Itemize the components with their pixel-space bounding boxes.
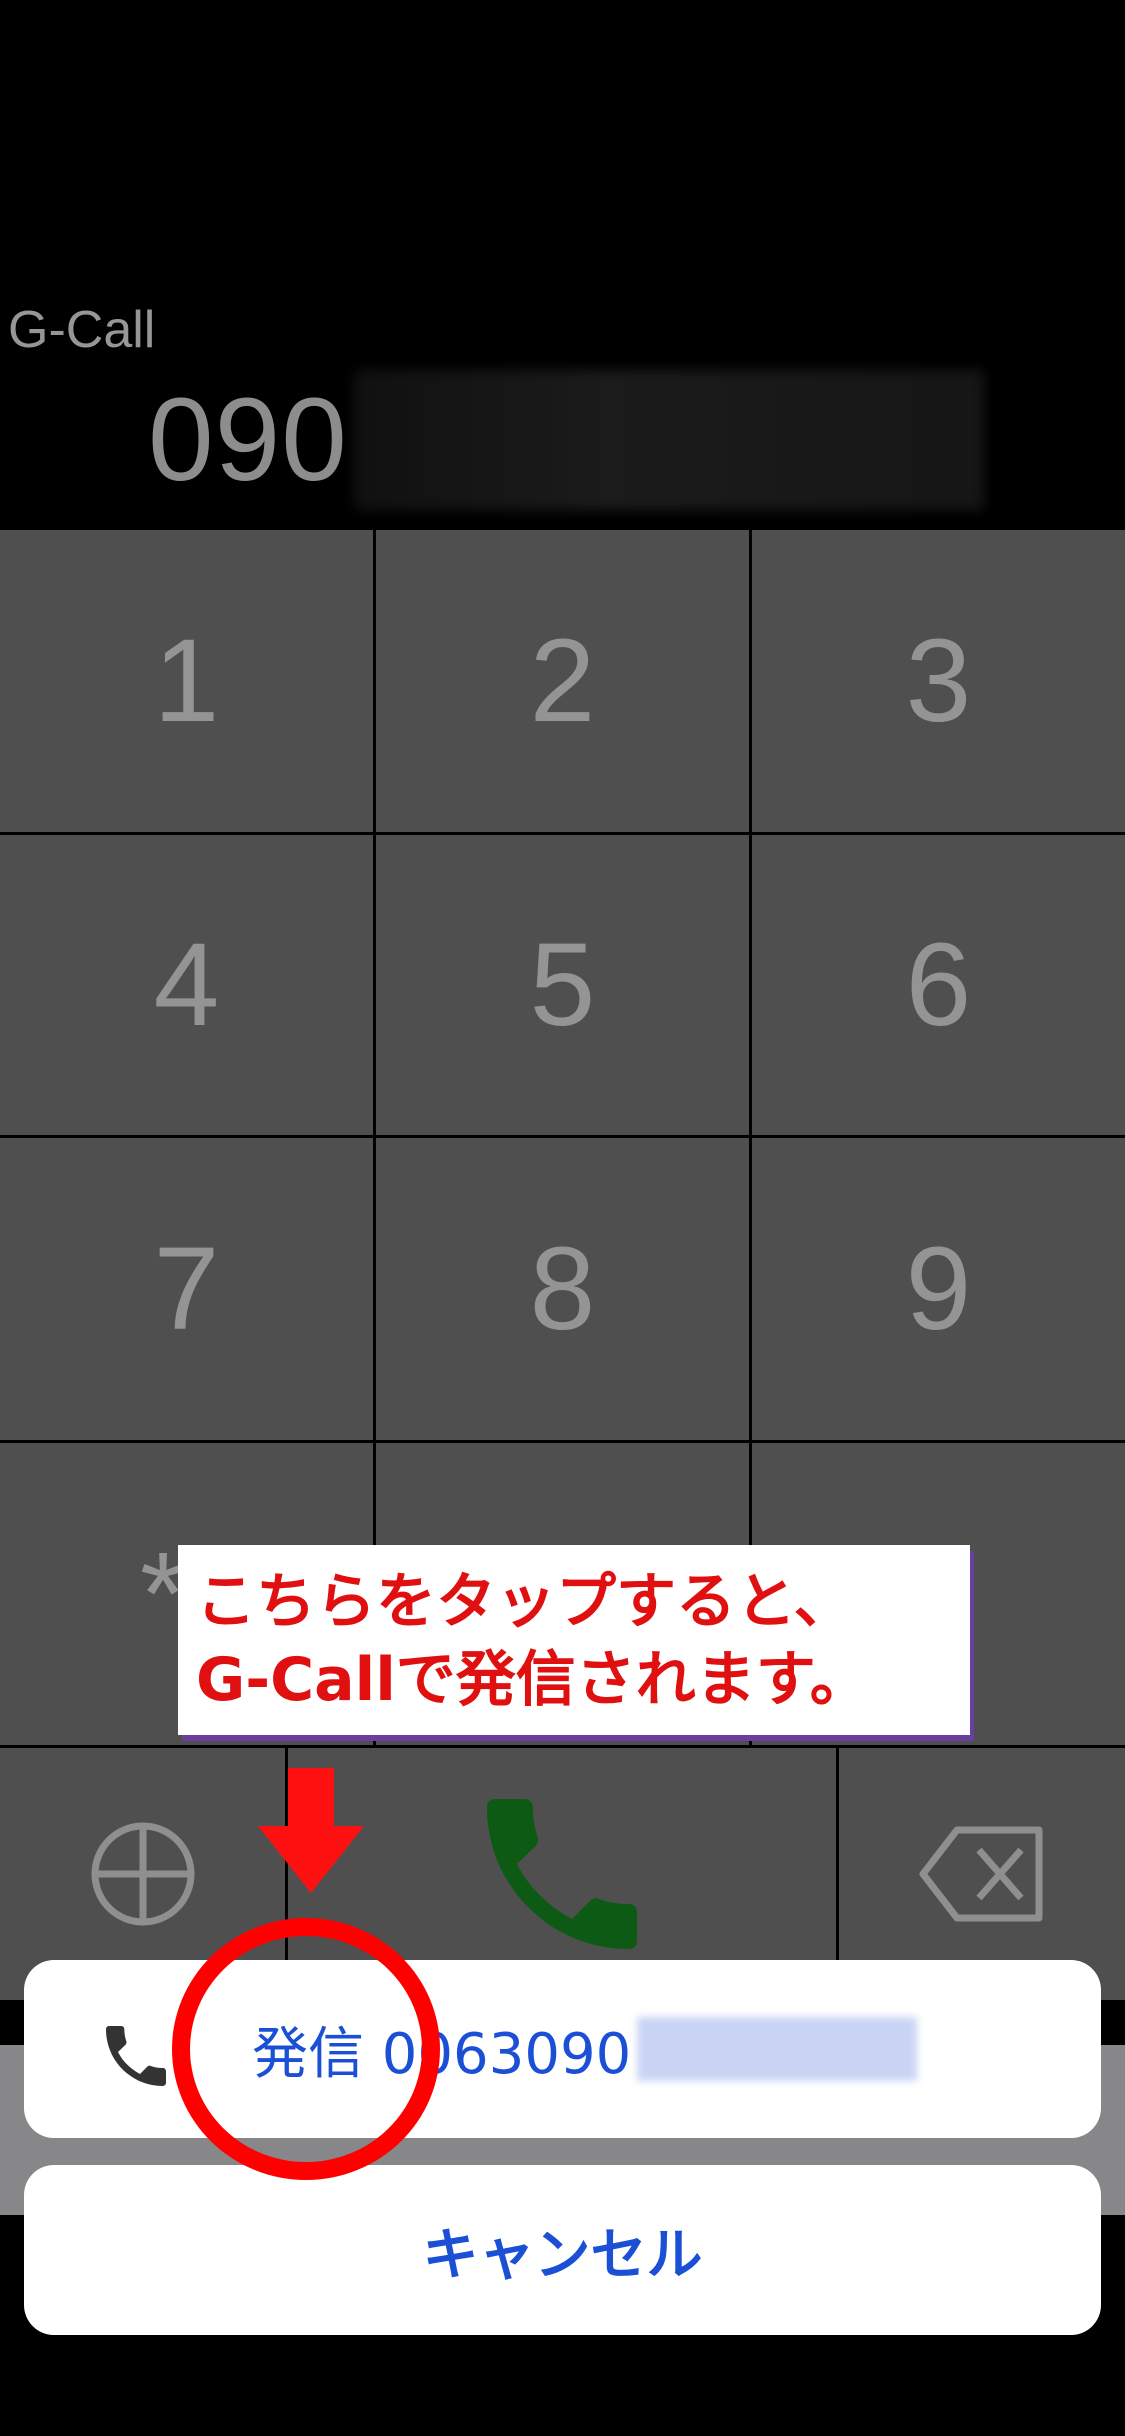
home-indicator [363, 2398, 763, 2412]
key-6[interactable]: 6 [752, 835, 1125, 1135]
annotation-text: こちらをタップすると、 G-Callで発信されます。 [196, 1567, 870, 1715]
key-8-label: 8 [529, 1223, 596, 1355]
key-2-label: 2 [529, 615, 596, 747]
key-5[interactable]: 5 [376, 835, 749, 1135]
key-1-label: 1 [153, 615, 220, 747]
key-4[interactable]: 4 [0, 835, 373, 1135]
key-3[interactable]: 3 [752, 530, 1125, 832]
key-4-label: 4 [153, 919, 220, 1051]
dialed-number: 090 [148, 370, 984, 510]
app-brand: G-Call [8, 301, 156, 359]
key-6-label: 6 [905, 919, 972, 1051]
dialer-header: G-Call 090 [0, 0, 1125, 530]
backspace-icon [919, 1826, 1043, 1922]
phone-icon [487, 1799, 637, 1949]
key-1[interactable]: 1 [0, 530, 373, 832]
cancel-button[interactable]: キャンセル [24, 2165, 1101, 2335]
add-circle-icon [91, 1822, 194, 1926]
key-3-label: 3 [905, 615, 972, 747]
dialed-number-redacted [353, 370, 984, 510]
arrow-down-icon [258, 1768, 364, 1893]
call-number-redacted [637, 2017, 918, 2081]
key-7[interactable]: 7 [0, 1138, 373, 1440]
key-2[interactable]: 2 [376, 530, 749, 832]
phone-icon [106, 2026, 166, 2086]
key-5-label: 5 [529, 919, 596, 1051]
key-7-label: 7 [153, 1223, 220, 1355]
highlight-circle [172, 1918, 440, 2180]
key-9[interactable]: 9 [752, 1138, 1125, 1440]
cancel-label: キャンセル [422, 2222, 703, 2288]
key-9-label: 9 [905, 1223, 972, 1355]
key-8[interactable]: 8 [376, 1138, 749, 1440]
annotation-callout: こちらをタップすると、 G-Callで発信されます。 [178, 1545, 970, 1735]
dialed-number-visible: 090 [148, 374, 348, 506]
